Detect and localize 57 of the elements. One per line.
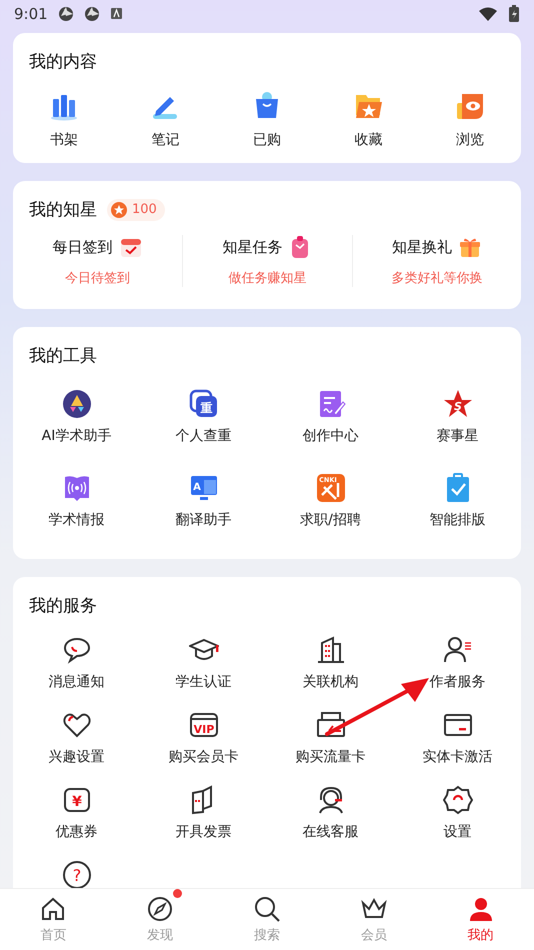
chat-bubble-icon bbox=[62, 635, 92, 665]
reward-subtitle: 今日待签到 bbox=[65, 270, 130, 287]
help-icon: ? bbox=[62, 860, 92, 888]
reward-title[interactable]: 知星换礼 bbox=[392, 238, 452, 256]
reward-subtitle: 多类好礼等你换 bbox=[391, 270, 482, 287]
shortcut-label[interactable]: 关联机构 bbox=[302, 673, 358, 691]
star-coin-icon bbox=[110, 200, 128, 218]
star-logo-icon: S bbox=[442, 389, 472, 419]
shortcut-label[interactable]: 学生认证 bbox=[176, 673, 232, 691]
shortcut-label[interactable]: 翻译助手 bbox=[176, 511, 232, 529]
vip-card-icon: VIP bbox=[188, 710, 218, 740]
shortcut-label[interactable]: 收藏 bbox=[354, 131, 383, 149]
section-title: 我的知星 bbox=[29, 199, 97, 221]
wifi-icon bbox=[478, 6, 498, 22]
shortcut-label[interactable]: 书架 bbox=[50, 131, 78, 149]
shortcut-label[interactable]: 已购 bbox=[252, 131, 281, 149]
settings-icon bbox=[442, 785, 472, 815]
shortcut-label[interactable]: 求职/招聘 bbox=[300, 511, 361, 529]
shortcut-label[interactable]: 购买流量卡 bbox=[296, 748, 366, 766]
shortcut-label[interactable]: 兴趣设置 bbox=[48, 748, 104, 766]
reward-subtitle: 做任务赚知星 bbox=[228, 270, 306, 287]
section-title: 我的内容 bbox=[29, 51, 98, 73]
tab[interactable]: 我的 bbox=[427, 889, 534, 950]
keyboard-icon bbox=[110, 7, 123, 20]
building-icon bbox=[316, 635, 346, 665]
shortcut-label[interactable]: 实体卡激活 bbox=[422, 748, 492, 766]
shortcut-label[interactable]: AI学术助手 bbox=[42, 427, 112, 445]
compass-icon bbox=[146, 895, 174, 923]
app-icon bbox=[58, 6, 74, 22]
app-icon bbox=[84, 6, 100, 22]
coupon-icon: ¥ bbox=[62, 785, 92, 815]
reward-title[interactable]: 每日签到 bbox=[52, 238, 113, 256]
person-icon bbox=[442, 635, 472, 665]
shortcut-label[interactable]: 购买会员卡 bbox=[168, 748, 238, 766]
triangle-logo-icon bbox=[62, 389, 92, 419]
shortcut-label[interactable]: 智能排版 bbox=[430, 511, 486, 529]
shortcut-label[interactable]: 个人查重 bbox=[176, 427, 232, 445]
search-icon bbox=[252, 895, 281, 923]
shortcut-label[interactable]: 在线客服 bbox=[302, 823, 358, 841]
shortcut-label[interactable]: 设置 bbox=[444, 823, 472, 841]
shortcut-label[interactable]: 优惠券 bbox=[56, 823, 98, 841]
section-title: 我的工具 bbox=[29, 345, 98, 367]
star-count-badge: 100 bbox=[107, 198, 165, 220]
section-title: 我的服务 bbox=[29, 595, 98, 617]
shortcut-label[interactable]: 开具发票 bbox=[176, 823, 232, 841]
shortcut-label[interactable]: 作者服务 bbox=[430, 673, 486, 691]
shortcut-label[interactable]: 浏览 bbox=[456, 131, 484, 149]
clock: 9:01 bbox=[14, 4, 48, 22]
shortcut-label[interactable]: 笔记 bbox=[151, 131, 180, 149]
shortcut-label[interactable]: 赛事星 bbox=[436, 427, 478, 445]
battery-icon bbox=[508, 4, 520, 22]
shortcut-label[interactable]: 学术情报 bbox=[48, 511, 104, 529]
shortcut-label[interactable]: 消息通知 bbox=[48, 673, 104, 691]
printer-icon bbox=[316, 710, 346, 740]
shortcut-label[interactable]: 创作中心 bbox=[302, 427, 358, 445]
eye-icon bbox=[455, 91, 486, 121]
reward-title[interactable]: 知星任务 bbox=[222, 238, 282, 256]
